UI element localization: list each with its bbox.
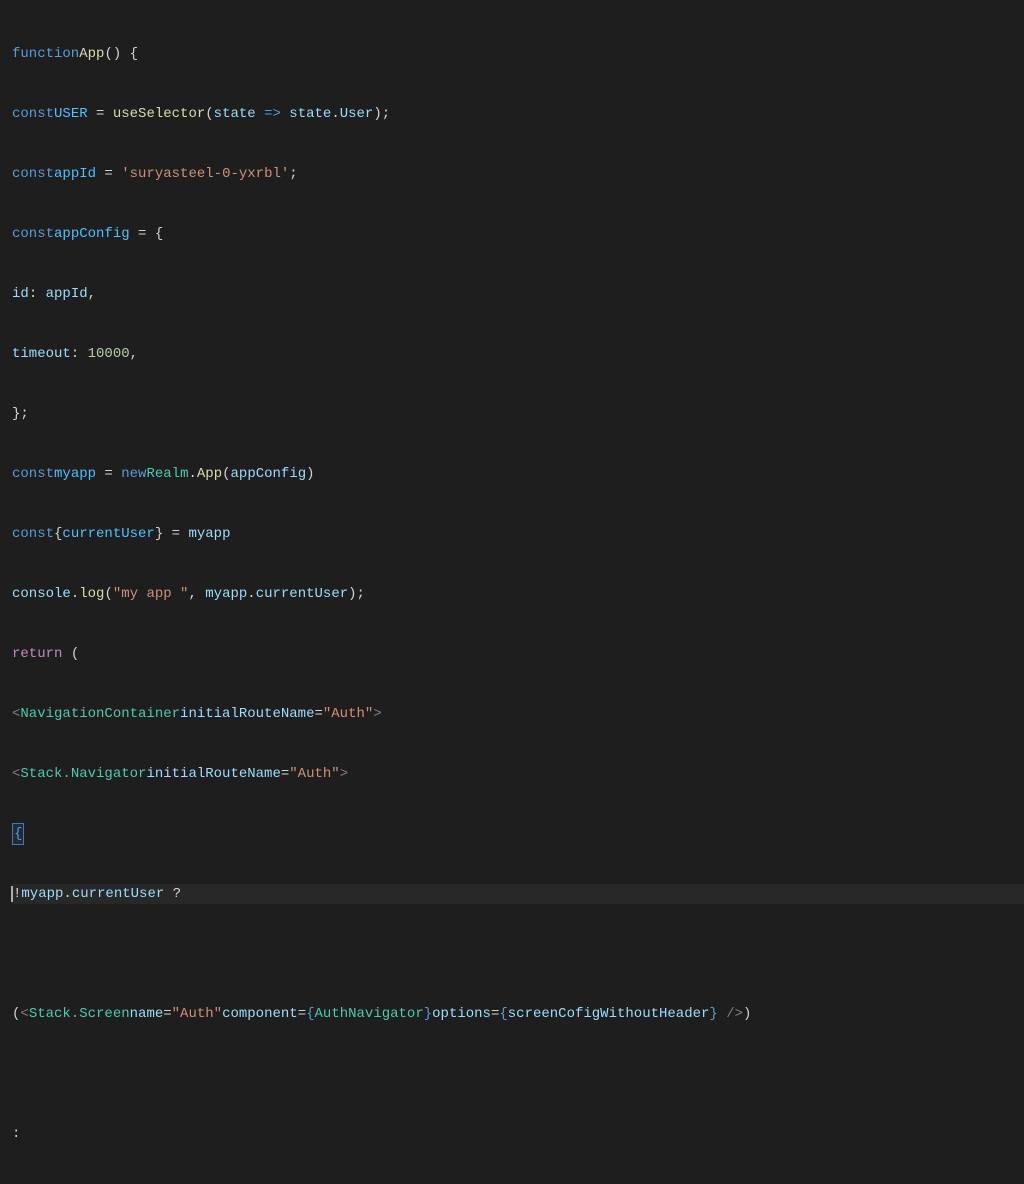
code-line: const myapp = new Realm.App(appConfig) xyxy=(12,464,1024,484)
code-line: { xyxy=(12,824,1024,844)
code-line: (<Stack.Screen name="Auth" component={Au… xyxy=(12,1004,1024,1024)
function-name: App xyxy=(79,44,104,64)
code-line: <NavigationContainer initialRouteName="A… xyxy=(12,704,1024,724)
matched-brace: { xyxy=(12,823,24,845)
code-line: const appId = 'suryasteel-0-yxrbl'; xyxy=(12,164,1024,184)
code-line: id: appId, xyxy=(12,284,1024,304)
code-line: const USER = useSelector(state => state.… xyxy=(12,104,1024,124)
code-line: const appConfig = { xyxy=(12,224,1024,244)
code-line: function App() { xyxy=(12,44,1024,64)
code-line: : xyxy=(12,1124,1024,1144)
keyword: function xyxy=(12,44,79,64)
code-line: const {currentUser} = myapp xyxy=(12,524,1024,544)
code-line: }; xyxy=(12,404,1024,424)
code-editor[interactable]: function App() { const USER = useSelecto… xyxy=(0,0,1024,1184)
code-line: timeout: 10000, xyxy=(12,344,1024,364)
code-line xyxy=(12,944,1024,964)
code-line-active: !myapp.currentUser ? xyxy=(12,884,1024,904)
code-line: return ( xyxy=(12,644,1024,664)
code-line: console.log("my app ", myapp.currentUser… xyxy=(12,584,1024,604)
code-line: <Stack.Navigator initialRouteName="Auth"… xyxy=(12,764,1024,784)
code-line xyxy=(12,1064,1024,1084)
